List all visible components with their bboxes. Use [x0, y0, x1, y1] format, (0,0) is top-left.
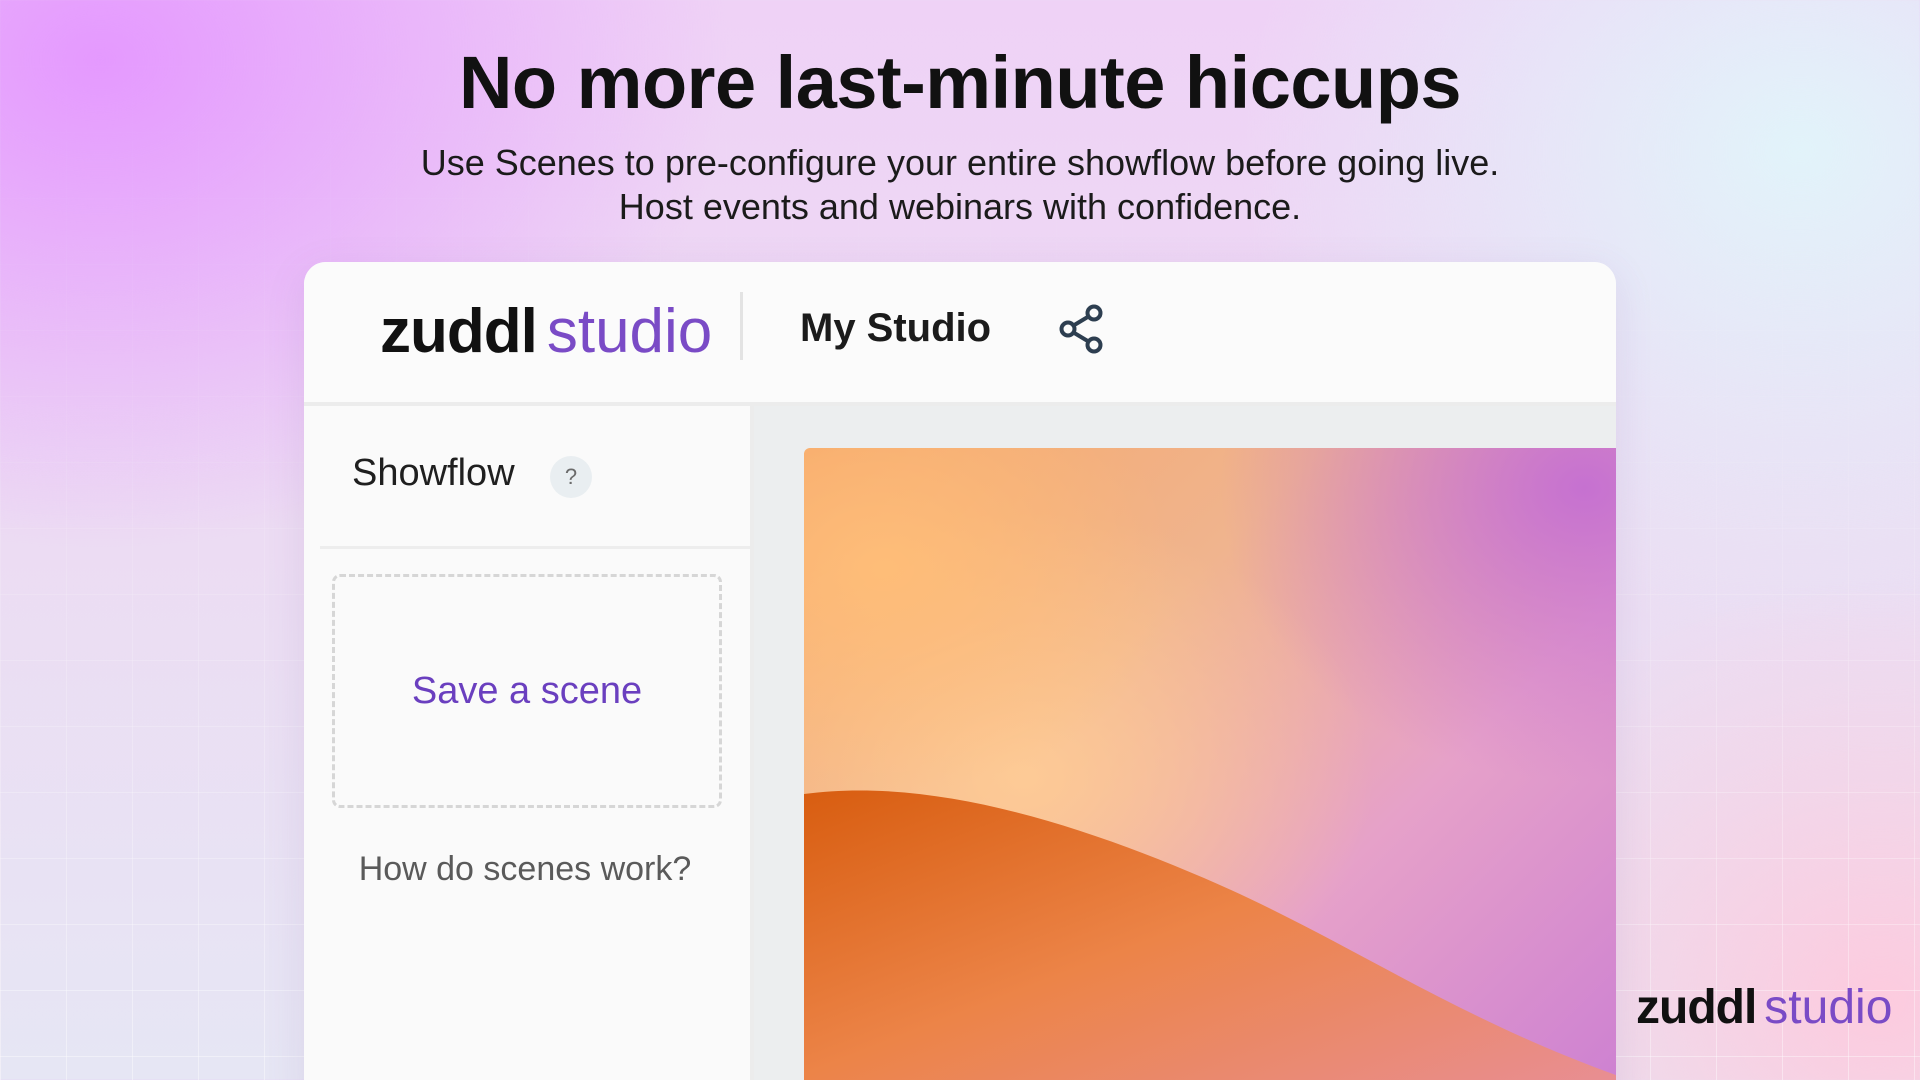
hero-title: No more last-minute hiccups: [458, 41, 1462, 124]
studio-name: My Studio: [800, 306, 992, 350]
hero-subtitle-line1: Use Scenes to pre-configure your entire …: [420, 142, 1500, 183]
header-divider: [740, 292, 743, 360]
footer-logo-brand: zuddl: [1636, 981, 1757, 1034]
showflow-sidebar: Showflow ? Save a scene How do scenes wo…: [320, 406, 754, 1080]
stage-preview: [804, 448, 1616, 1080]
studio-app-window: zuddl studio My Studio Showflow ? Save a …: [304, 262, 1616, 1080]
hero-subtitle-line2: Host events and webinars with confidence…: [618, 186, 1302, 227]
sidebar-header: Showflow ?: [320, 406, 750, 549]
app-logo[interactable]: zuddl studio: [380, 296, 712, 368]
stage-area: [754, 406, 1616, 1080]
share-icon: [1059, 304, 1103, 354]
stage-background-wave: [804, 790, 1616, 1080]
save-scene-button[interactable]: Save a scene: [332, 574, 722, 808]
logo-brand: zuddl: [380, 297, 538, 366]
footer-logo-product: studio: [1764, 981, 1893, 1034]
share-button[interactable]: [1056, 302, 1110, 356]
showflow-title: Showflow: [352, 452, 515, 494]
logo-product: studio: [546, 297, 713, 366]
top-bar: zuddl studio My Studio: [304, 262, 1616, 406]
footer-logo: zuddl studio: [1636, 980, 1892, 1036]
save-scene-label: Save a scene: [411, 669, 643, 712]
help-icon[interactable]: ?: [550, 456, 592, 498]
how-scenes-work-link[interactable]: How do scenes work?: [320, 850, 730, 889]
